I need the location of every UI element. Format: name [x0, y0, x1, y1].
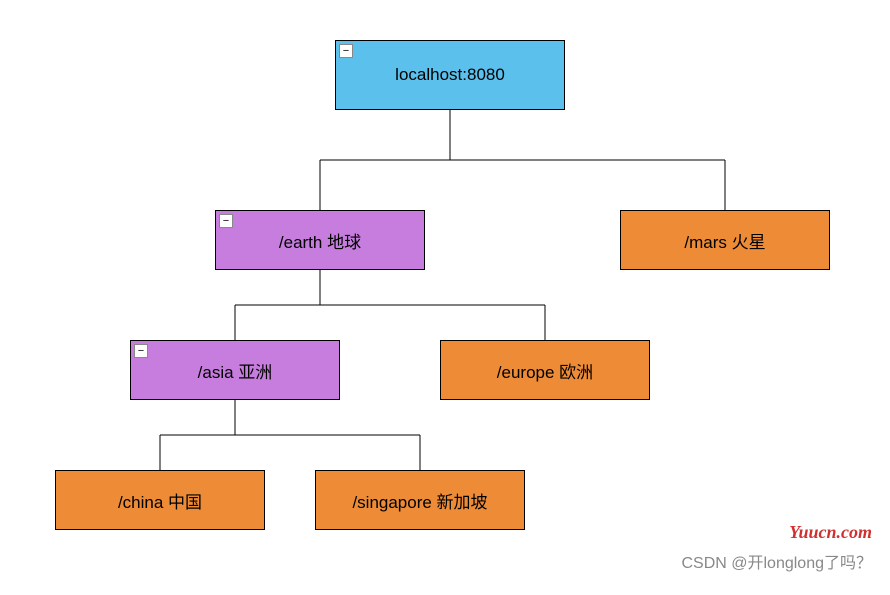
watermark-site: Yuucn.com — [789, 522, 872, 543]
node-earth[interactable]: − /earth 地球 — [215, 210, 425, 270]
node-root[interactable]: − localhost:8080 — [335, 40, 565, 110]
node-label: /earth 地球 — [279, 228, 361, 253]
collapse-icon[interactable]: − — [339, 44, 353, 58]
node-europe[interactable]: /europe 欧洲 — [440, 340, 650, 400]
node-asia[interactable]: − /asia 亚洲 — [130, 340, 340, 400]
watermark-credit: CSDN @开longlong了吗？ — [681, 549, 872, 573]
collapse-icon[interactable]: − — [219, 214, 233, 228]
node-china[interactable]: /china 中国 — [55, 470, 265, 530]
node-label: /europe 欧洲 — [497, 358, 593, 383]
node-label: localhost:8080 — [395, 65, 505, 85]
node-label: /china 中国 — [118, 488, 202, 513]
node-label: /mars 火星 — [684, 228, 765, 253]
node-singapore[interactable]: /singapore 新加坡 — [315, 470, 525, 530]
collapse-icon[interactable]: − — [134, 344, 148, 358]
node-label: /singapore 新加坡 — [352, 488, 487, 513]
node-mars[interactable]: /mars 火星 — [620, 210, 830, 270]
node-label: /asia 亚洲 — [198, 358, 273, 383]
